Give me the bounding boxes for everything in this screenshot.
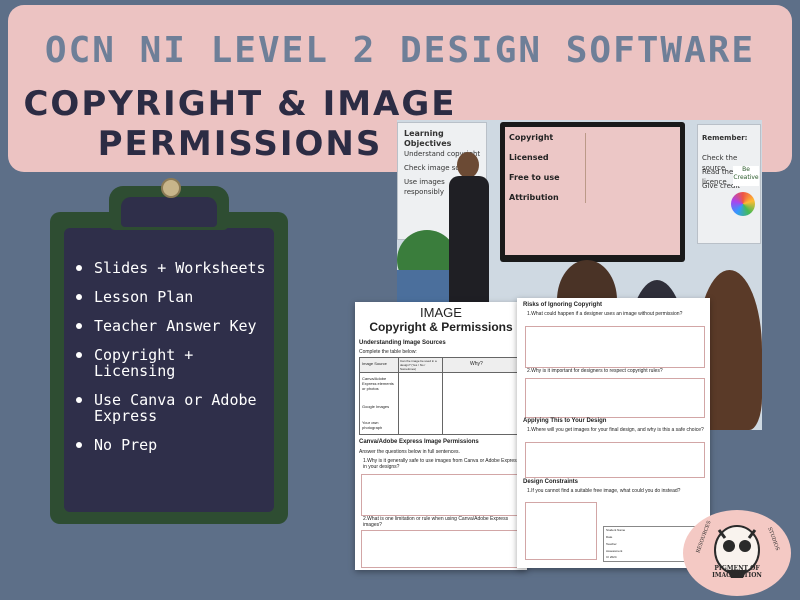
logo-text: PIGMENT OF IMAGINATION (712, 565, 762, 579)
feature-item: Lesson Plan (72, 289, 272, 305)
feature-label: Use Canva or Adobe Express (94, 391, 257, 425)
tv-text-block (585, 133, 674, 203)
section-title: Design Constraints (523, 479, 579, 485)
feature-label: Teacher Answer Key (94, 317, 257, 335)
table-divider (442, 358, 443, 434)
table-cell: Google Images (362, 404, 390, 409)
brand-logo: RESOURCES STUDIOS (683, 510, 791, 596)
feature-label: No Prep (94, 436, 158, 454)
table-header: Can the image be used in a design? (Yes … (400, 359, 437, 371)
teacher-figure-body (449, 176, 489, 316)
question-text: 1.Why is it generally safe to use images… (363, 458, 520, 470)
tv-item: Attribution (509, 193, 559, 202)
question-text: 2.Why is it important for designers to r… (527, 368, 663, 374)
feature-label: Slides + Worksheets (94, 259, 266, 277)
answer-box (525, 378, 705, 418)
bullet-icon (76, 265, 82, 271)
answer-box (361, 474, 525, 516)
bullet-icon (76, 442, 82, 448)
question-text: 1.What could happen if a designer uses a… (527, 311, 683, 317)
question-text: 1.Where will you get images for your fin… (527, 427, 704, 433)
bullet-icon (76, 352, 82, 358)
reminder-title: Remember: (702, 134, 748, 142)
answer-box (525, 442, 705, 478)
info-label: Student Name (606, 528, 626, 532)
section-instructions: Answer the questions below in full sente… (359, 449, 460, 455)
feature-item: Slides + Worksheets (72, 260, 272, 276)
answer-box (525, 326, 705, 368)
teacher-figure (457, 152, 479, 178)
color-wheel-icon (731, 192, 755, 216)
board-title: Learning Objectives (404, 129, 452, 148)
feature-label: Copyright + Licensing (94, 346, 194, 380)
feature-item: Copyright + Licensing (72, 347, 272, 379)
feature-item: Teacher Answer Key (72, 318, 272, 334)
tv-item: Free to use (509, 173, 560, 182)
section-title: Risks of Ignoring Copyright (523, 302, 602, 308)
section-title: Applying This to Your Design (523, 418, 607, 424)
table-header: Why? (470, 361, 483, 367)
worksheet-page-2: Risks of Ignoring Copyright 1.What could… (517, 298, 710, 568)
sources-table: Image Source Can the image be used in a … (359, 357, 525, 435)
feature-item: Use Canva or Adobe Express (72, 392, 272, 424)
page-title: Copyright & Image Permissions (20, 84, 460, 164)
table-cell: Canva/Adobe Express elements or photos (362, 376, 394, 391)
table-cell: Your own photograph (362, 420, 383, 430)
section-title: Canva/Adobe Express Image Permissions (359, 439, 479, 445)
worksheet-heading: Copyright & Permissions (369, 320, 513, 334)
worksheet-heading-small: IMAGE (420, 305, 462, 320)
tv-item: Copyright (509, 133, 554, 142)
bullet-icon (76, 294, 82, 300)
info-label: CI 2024 (606, 555, 617, 559)
bullet-icon (76, 397, 82, 403)
section-instructions: Complete the table below: (359, 349, 417, 355)
section-title: Understanding Image Sources (359, 340, 446, 346)
creative-badge: Be Creative (733, 166, 759, 186)
bullet-icon (76, 323, 82, 329)
answer-box (525, 502, 597, 560)
feature-list: Slides + Worksheets Lesson Plan Teacher … (72, 260, 272, 466)
info-label: Assessment (606, 549, 623, 553)
feature-label: Lesson Plan (94, 288, 194, 306)
question-text: 1.If you cannot find a suitable free ima… (527, 488, 681, 494)
info-label: Date (606, 535, 613, 539)
table-divider (398, 358, 399, 434)
page-title-line-2: Permissions (97, 124, 383, 164)
clipboard-clip-inner (121, 197, 217, 227)
info-label: Teacher (606, 542, 617, 546)
display-screen-content: Copyright Licensed Free to use Attributi… (505, 127, 680, 255)
tv-item: Licensed (509, 153, 549, 162)
answer-box (361, 530, 525, 568)
question-text: 2.What is one limitation or rule when us… (363, 516, 509, 528)
feature-item: No Prep (72, 437, 272, 453)
page-title-line-1: Copyright & Image (23, 84, 457, 124)
worksheet-page-1: IMAGE Copyright & Permissions Understand… (355, 302, 527, 570)
table-header: Image Source (362, 361, 387, 366)
course-title: OCN NI Level 2 Design Software (44, 30, 756, 71)
pin-icon (161, 178, 181, 198)
